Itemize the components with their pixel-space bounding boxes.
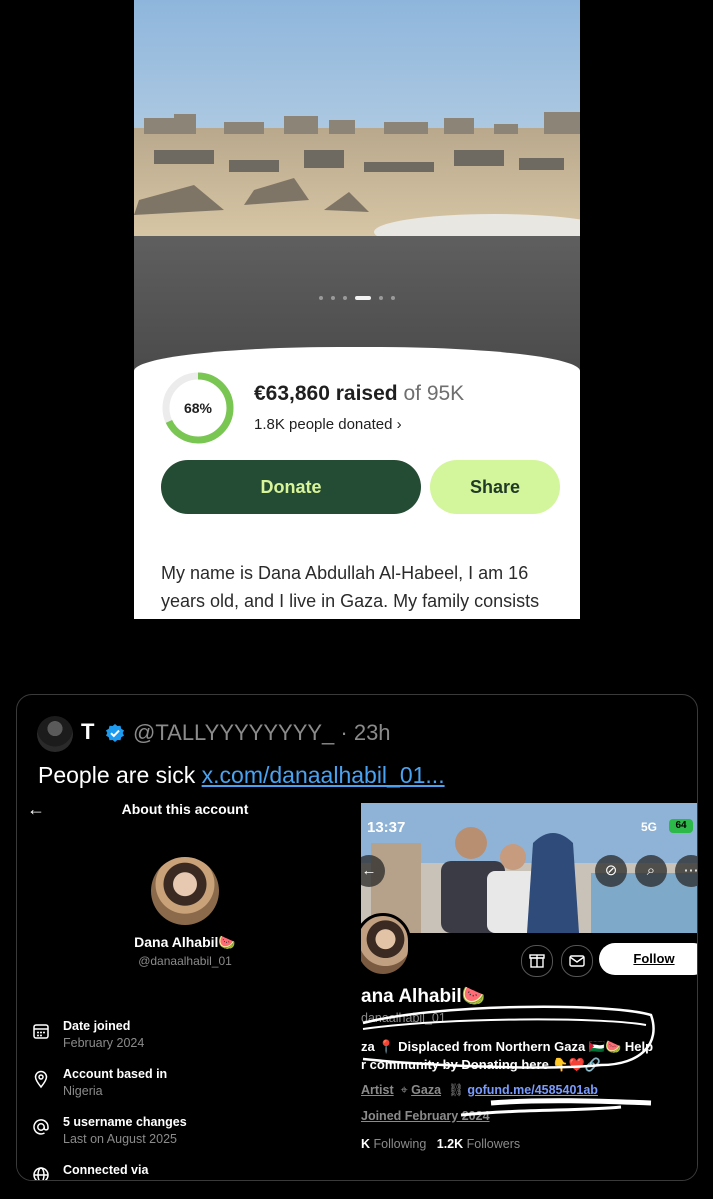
at-icon	[33, 1119, 49, 1135]
profile-stats: K Following 1.2K Followers	[361, 1137, 520, 1151]
about-row-label: Account based in	[63, 1067, 168, 1081]
carousel-dot[interactable]	[391, 296, 395, 300]
fundraiser-story: My name is Dana Abdullah Al-Habeel, I am…	[161, 563, 540, 611]
location-icon: ⌖	[400, 1083, 408, 1097]
followers-count[interactable]: 1.2K	[437, 1137, 463, 1151]
about-account-panel: ← About this account Dana Alhabil🍉 @dana…	[17, 799, 353, 1180]
about-title: About this account	[121, 801, 249, 817]
about-row-value: Last on August 2025	[63, 1132, 177, 1146]
search-icon[interactable]: ⌕	[635, 855, 667, 887]
profile-handle: danaalhabil_01	[361, 1011, 446, 1025]
profile-joined: Joined February 2024	[361, 1109, 490, 1123]
donate-button[interactable]: Donate	[161, 460, 421, 514]
avatar	[151, 857, 219, 925]
profile-bio-line: r community by Donating here 👇❤️🔗	[361, 1057, 601, 1072]
status-time: 13:37	[367, 819, 406, 836]
following-count[interactable]: K	[361, 1137, 370, 1151]
avatar[interactable]	[37, 716, 73, 752]
profile-name: ana Alhabil🍉	[361, 986, 486, 1007]
progress-percent: 68%	[183, 400, 213, 416]
verified-badge-icon	[106, 724, 124, 742]
chevron-right-icon: ›	[396, 416, 402, 433]
profile-website-link[interactable]: gofund.me/4585401ab	[467, 1083, 598, 1097]
raised-amount: €63,860 raised of 95K	[254, 382, 464, 406]
profile-banner: 13:37 5G 64 ← ⊘ ⌕ ⋯	[361, 803, 697, 933]
profile-bio-line: za 📍 Displaced from Northern Gaza 🇵🇸🍉 He…	[361, 1039, 654, 1054]
battery-indicator: 64	[669, 819, 693, 833]
tweet-link[interactable]: x.com/danaalhabil_01...	[202, 762, 445, 788]
link-icon: ⛓	[447, 1083, 464, 1097]
globe-icon	[33, 1167, 49, 1180]
about-row-value: February 2024	[63, 1036, 145, 1050]
profile-meta: Artist ⌖ Gaza ⛓ gofund.me/4585401ab	[361, 1083, 598, 1098]
following-label[interactable]: Following	[374, 1137, 427, 1151]
profile-category[interactable]: Artist	[361, 1083, 394, 1097]
tweet-text: People are sick x.com/danaalhabil_01...	[38, 762, 445, 789]
carousel-dot[interactable]	[319, 296, 323, 300]
follow-button[interactable]: Follow	[599, 943, 697, 975]
carousel-dot[interactable]	[379, 296, 383, 300]
share-button[interactable]: Share	[430, 460, 560, 514]
carousel-dot[interactable]	[355, 296, 371, 300]
gift-icon[interactable]	[521, 945, 553, 977]
calendar-icon	[33, 1024, 49, 1039]
location-icon	[34, 1070, 48, 1089]
account-handle: @danaalhabil_01	[138, 954, 232, 968]
tweet-body: People are sick	[38, 762, 202, 788]
author-handle-time[interactable]: @TALLYYYYYYYY_ · 23h	[133, 720, 391, 746]
carousel-dots[interactable]	[134, 296, 580, 300]
carousel-dot[interactable]	[331, 296, 335, 300]
avatar[interactable]	[361, 913, 411, 977]
message-icon[interactable]	[561, 945, 593, 977]
donors-count: 1.8K people donated	[254, 416, 393, 433]
network-indicator: 5G	[641, 820, 658, 834]
fundraiser-photo	[134, 0, 580, 240]
raised-value: €63,860 raised	[254, 382, 398, 405]
about-row-label: Connected via	[63, 1163, 149, 1177]
raised-goal: of 95K	[403, 382, 465, 405]
donors-link[interactable]: 1.8K people donated ›	[254, 416, 402, 433]
tweet-card[interactable]: T @TALLYYYYYYYY_ · 23h People are sick x…	[16, 694, 698, 1181]
profile-panel: 13:37 5G 64 ← ⊘ ⌕ ⋯ Follow ana Alhabil🍉 …	[361, 803, 697, 1180]
about-row-value: Nigeria	[63, 1084, 103, 1098]
author-name[interactable]: T	[81, 719, 94, 745]
profile-location: Gaza	[411, 1083, 442, 1097]
carousel-dot[interactable]	[343, 296, 347, 300]
fundraiser-screenshot: 68% €63,860 raised of 95K 1.8K people do…	[134, 0, 580, 619]
account-name: Dana Alhabil🍉	[134, 934, 236, 950]
followers-label[interactable]: Followers	[467, 1137, 521, 1151]
about-row-label: Date joined	[63, 1019, 131, 1033]
about-row-label: 5 username changes	[63, 1115, 187, 1129]
grok-icon[interactable]: ⊘	[595, 855, 627, 887]
